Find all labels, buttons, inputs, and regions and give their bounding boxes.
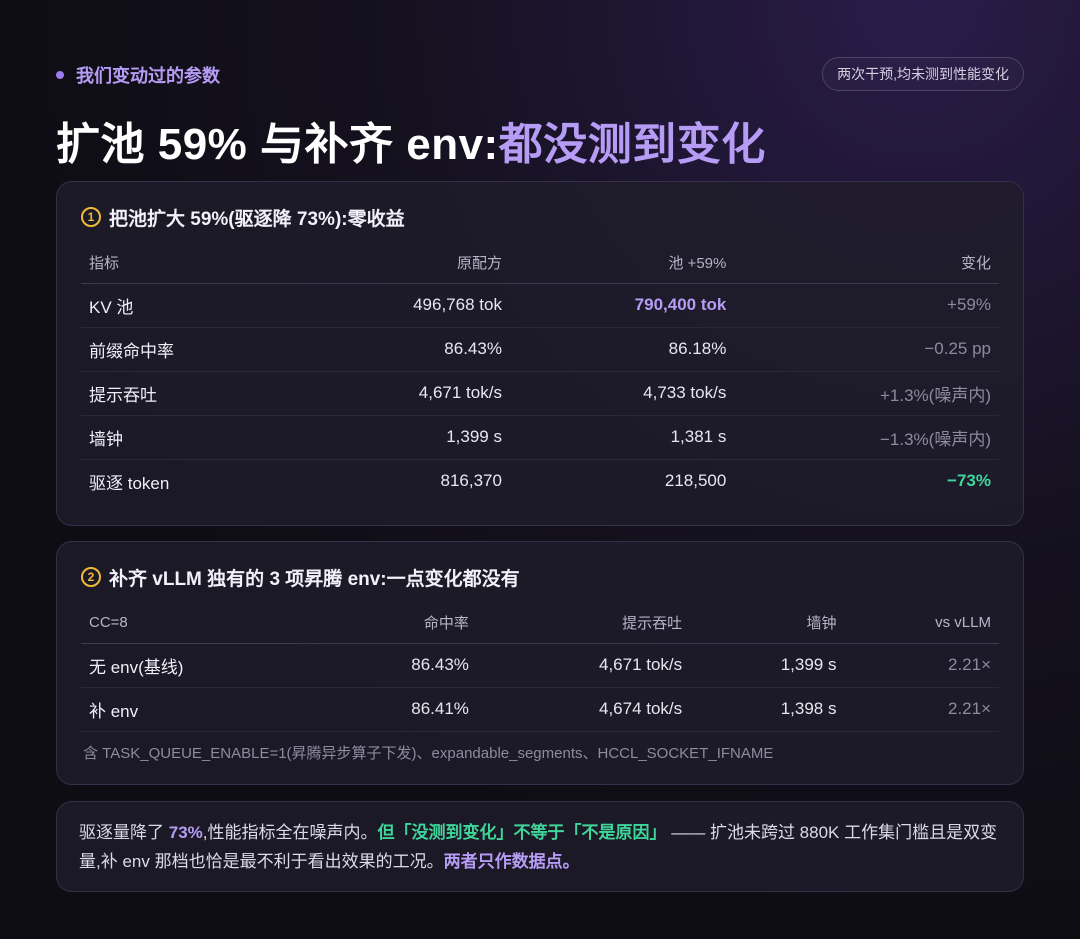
config-name: 无 env(基线)	[81, 643, 319, 688]
col-header-hit-rate: 命中率	[318, 603, 477, 644]
table-row: 驱逐 token 816,370 218,500 −73%	[81, 459, 999, 503]
number-badge-icon: 2	[81, 567, 101, 587]
number-badge-icon: 1	[81, 207, 101, 227]
section-eyebrow: 我们变动过的参数	[56, 62, 220, 88]
original-value: 4,671 tok/s	[291, 371, 510, 416]
vs-vllm-value: 2.21×	[844, 643, 999, 688]
vs-vllm-value: 2.21×	[844, 687, 999, 732]
metric-name: KV 池	[81, 283, 292, 328]
eyebrow-label: 我们变动过的参数	[76, 66, 220, 86]
pool59-value: 4,733 tok/s	[509, 371, 735, 416]
col-header-original: 原配方	[291, 243, 510, 284]
table-row: 提示吞吐 4,671 tok/s 4,733 tok/s +1.3%(噪声内)	[81, 371, 999, 416]
card-title: 2 补齐 vLLM 独有的 3 项昇腾 env:一点变化都没有	[81, 567, 999, 590]
change-value: −0.25 pp	[734, 327, 999, 372]
metric-name: 墙钟	[81, 415, 292, 460]
card-title-text: 补齐 vLLM 独有的 3 项昇腾 env:一点变化都没有	[109, 568, 520, 590]
col-header-pool59: 池 +59%	[509, 243, 735, 284]
note-highlight-eviction: 73%	[168, 823, 203, 842]
original-value: 86.43%	[291, 327, 510, 372]
page-title-accent: 都没测到变化	[498, 120, 766, 169]
table-row: 前缀命中率 86.43% 86.18% −0.25 pp	[81, 327, 999, 372]
wallclock-value: 1,398 s	[690, 687, 845, 732]
card-title-text: 把池扩大 59%(驱逐降 73%):零收益	[109, 208, 405, 230]
original-value: 496,768 tok	[291, 283, 510, 328]
change-value: +59%	[734, 283, 999, 328]
original-value: 816,370	[440, 471, 502, 491]
table-row: 墙钟 1,399 s 1,381 s −1.3%(噪声内)	[81, 415, 999, 460]
config-name: 补 env	[81, 687, 319, 732]
pool59-value: 218,500	[664, 471, 727, 491]
pool59-value: 1,381 s	[509, 415, 735, 460]
note-highlight-conclusion: 两者只作数据点。	[443, 852, 580, 871]
env-parity-card: 2 补齐 vLLM 独有的 3 项昇腾 env:一点变化都没有 CC=8 命中率…	[56, 541, 1024, 785]
table-header-row: CC=8 命中率 提示吞吐 墙钟 vs vLLM	[81, 603, 999, 644]
pool59-value: 86.18%	[509, 327, 735, 372]
col-header-cc: CC=8	[81, 603, 319, 644]
page-title: 扩池 59% 与补齐 env:都没测到变化	[56, 108, 766, 172]
pool-expansion-card: 1 把池扩大 59%(驱逐降 73%):零收益 指标 原配方 池 +59% 变化…	[56, 181, 1024, 526]
hit-rate-value: 86.43%	[318, 643, 477, 688]
page-title-main: 扩池 59% 与补齐 env:	[56, 120, 499, 169]
env-footnote: 含 TASK_QUEUE_ENABLE=1(昇腾异步算子下发)、expandab…	[83, 744, 774, 762]
metric-name: 提示吞吐	[81, 371, 292, 416]
conclusion-text: 驱逐量降了 73%,性能指标全在噪声内。但「没测到变化」不等于「不是原因」 ——…	[79, 818, 1001, 876]
table-header-row: 指标 原配方 池 +59% 变化	[81, 243, 999, 284]
card-title: 1 把池扩大 59%(驱逐降 73%):零收益	[81, 207, 999, 230]
note-segment: ,性能指标全在噪声内。	[202, 823, 378, 842]
col-header-throughput: 提示吞吐	[476, 603, 691, 644]
col-header-change: 变化	[734, 243, 999, 284]
wallclock-value: 1,399 s	[690, 643, 845, 688]
col-header-wallclock: 墙钟	[690, 603, 845, 644]
note-highlight-caveat: 但「没测到变化」不等于「不是原因」	[377, 823, 667, 842]
note-segment: 驱逐量降了	[79, 823, 169, 842]
summary-pill: 两次干预,均未测到性能变化	[822, 57, 1024, 91]
conclusion-card: 驱逐量降了 73%,性能指标全在噪声内。但「没测到变化」不等于「不是原因」 ——…	[56, 801, 1024, 892]
bullet-dot-icon	[56, 71, 64, 79]
env-metrics-table: CC=8 命中率 提示吞吐 墙钟 vs vLLM 无 env(基线) 86.43…	[81, 603, 999, 732]
table-row: 补 env 86.41% 4,674 tok/s 1,398 s 2.21×	[81, 687, 999, 732]
col-header-metric: 指标	[81, 243, 292, 284]
throughput-value: 4,674 tok/s	[476, 687, 691, 732]
change-value: −1.3%(噪声内)	[734, 415, 999, 460]
pool59-value: 790,400 tok	[509, 283, 735, 328]
original-value: 1,399 s	[291, 415, 510, 460]
table-row: 无 env(基线) 86.43% 4,671 tok/s 1,399 s 2.2…	[81, 643, 999, 688]
table-row: KV 池 496,768 tok 790,400 tok +59%	[81, 283, 999, 328]
throughput-value: 4,671 tok/s	[476, 643, 691, 688]
pool-metrics-table: 指标 原配方 池 +59% 变化 KV 池 496,768 tok 790,40…	[81, 243, 999, 503]
hit-rate-value: 86.41%	[318, 687, 477, 732]
metric-name: 驱逐 token	[89, 473, 170, 493]
change-value: +1.3%(噪声内)	[734, 371, 999, 416]
change-value: −73%	[947, 471, 991, 491]
metric-name: 前缀命中率	[81, 327, 292, 372]
col-header-vs-vllm: vs vLLM	[844, 603, 999, 644]
